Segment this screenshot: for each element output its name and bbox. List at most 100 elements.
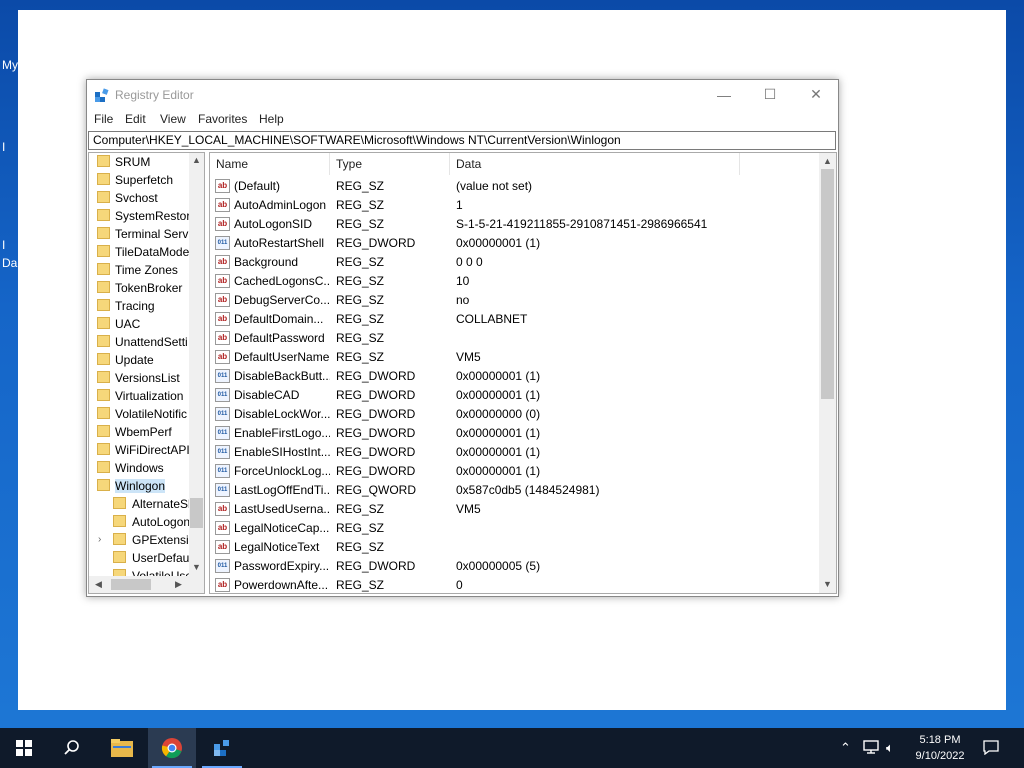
tree-item[interactable]: VolatileNotific [89,405,204,423]
string-value-icon: ab [215,502,230,516]
scroll-up-icon[interactable]: ▲ [823,156,832,166]
notification-icon[interactable] [983,740,999,755]
tree-item[interactable]: Windows [89,459,204,477]
registry-editor-taskbar-button[interactable] [198,728,246,768]
tree-item[interactable]: SRUM [89,153,204,171]
scroll-right-icon[interactable]: ▶ [175,579,182,590]
desktop-icon-label[interactable]: My [2,58,18,72]
menu-help[interactable]: Help [259,112,284,126]
table-row[interactable]: ab CachedLogonsC... REG_SZ 10 [210,272,820,291]
cell-type: REG_SZ [336,198,385,212]
tree-hscroll-thumb[interactable] [111,579,151,590]
table-row[interactable]: 011 ForceUnlockLog... REG_DWORD 0x00000001 … [210,462,820,481]
table-row[interactable]: ab DefaultPassword REG_SZ [210,329,820,348]
values-list[interactable]: Name Type Data ab (Default) REG_SZ (value n… [209,152,837,594]
tree-item[interactable]: Update [89,351,204,369]
chevron-right-icon[interactable]: › [98,534,101,545]
file-explorer-button[interactable] [98,728,146,768]
desktop-icon-label[interactable]: I [2,238,5,252]
tree-child-item[interactable]: UserDefaul [89,549,204,567]
key-tree[interactable]: SRUM Superfetch Svchost SystemRestor Ter… [88,152,205,594]
folder-icon [97,227,110,239]
table-row[interactable]: 011 AutoRestartShell REG_DWORD 0x00000001 (… [210,234,820,253]
tree-item[interactable]: WiFiDirectAPI [89,441,204,459]
chevron-up-icon[interactable]: ⌃ [840,740,851,756]
tree-item[interactable]: Tracing [89,297,204,315]
close-button[interactable]: ✕ [793,80,839,109]
tree-item[interactable]: VersionsList [89,369,204,387]
table-row[interactable]: ab (Default) REG_SZ (value not set) [210,177,820,196]
folder-icon [113,515,126,527]
tree-item[interactable]: TokenBroker [89,279,204,297]
column-data-header[interactable]: Data [450,153,740,175]
tree-item[interactable]: UnattendSetti [89,333,204,351]
column-type-header[interactable]: Type [330,153,450,175]
table-row[interactable]: ab AutoAdminLogon REG_SZ 1 [210,196,820,215]
folder-icon [97,353,110,365]
scroll-left-icon[interactable]: ◀ [95,579,102,590]
menu-edit[interactable]: Edit [125,112,146,126]
table-row[interactable]: ab DebugServerCo... REG_SZ no [210,291,820,310]
table-row[interactable]: 011 PasswordExpiry... REG_DWORD 0x00000005 … [210,557,820,576]
table-row[interactable]: 011 EnableFirstLogo... REG_DWORD 0x00000001… [210,424,820,443]
table-row[interactable]: 011 EnableSIHostInt... REG_DWORD 0x00000001… [210,443,820,462]
cell-type: REG_QWORD [336,483,417,497]
tree-item-selected[interactable]: Winlogon [89,477,204,495]
table-row[interactable]: 011 DisableCAD REG_DWORD 0x00000001 (1) [210,386,820,405]
network-icon[interactable] [862,740,880,754]
menu-view[interactable]: View [160,112,186,126]
table-row[interactable]: 011 DisableBackButt... REG_DWORD 0x00000001… [210,367,820,386]
table-row[interactable]: ab DefaultUserName REG_SZ VM5 [210,348,820,367]
chrome-button[interactable] [148,728,196,768]
tree-item[interactable]: WbemPerf [89,423,204,441]
string-value-icon: ab [215,312,230,326]
table-row[interactable]: ab LegalNoticeCap... REG_SZ [210,519,820,538]
scroll-down-icon[interactable]: ▼ [192,562,201,572]
table-row[interactable]: ab LegalNoticeText REG_SZ [210,538,820,557]
tree-item-label: AutoLogon [132,515,191,529]
tree-item-label: Svchost [115,191,158,205]
column-name-header[interactable]: Name [210,153,330,175]
string-value-icon: ab [215,217,230,231]
menu-favorites[interactable]: Favorites [198,112,247,126]
tree-item[interactable]: Virtualization [89,387,204,405]
maximize-button[interactable]: ☐ [747,80,793,109]
clock[interactable]: 5:18 PM 9/10/2022 [908,732,972,764]
scroll-down-icon[interactable]: ▼ [823,579,832,589]
folder-icon [113,551,126,563]
table-row[interactable]: ab AutoLogonSID REG_SZ S-1-5-21-419211855-2… [210,215,820,234]
desktop-icon-label[interactable]: Da [2,256,17,270]
scroll-up-icon[interactable]: ▲ [192,155,201,165]
table-row[interactable]: ab PowerdownAfte... REG_SZ 0 [210,576,820,593]
menu-file[interactable]: File [94,112,113,126]
table-row[interactable]: ab DefaultDomain... REG_SZ COLLABNET [210,310,820,329]
table-row[interactable]: 011 LastLogOffEndTi... REG_QWORD 0x587c0db5… [210,481,820,500]
tree-item[interactable]: Superfetch [89,171,204,189]
list-vertical-scrollbar[interactable]: ▲ ▼ [819,153,836,593]
tree-child-item[interactable]: › GPExtensio [89,531,204,549]
address-bar[interactable]: Computer\HKEY_LOCAL_MACHINE\SOFTWARE\Mic… [88,131,836,150]
title-bar[interactable]: Registry Editor — ☐ ✕ [87,80,838,109]
desktop-icon-label[interactable]: I [2,140,5,154]
cell-type: REG_SZ [336,293,385,307]
minimize-button[interactable]: — [701,80,747,109]
tree-item[interactable]: Svchost [89,189,204,207]
tree-item[interactable]: Time Zones [89,261,204,279]
tree-child-item[interactable]: AlternateSh [89,495,204,513]
tree-item[interactable]: TileDataMode [89,243,204,261]
table-row[interactable]: ab Background REG_SZ 0 0 0 [210,253,820,272]
binary-value-icon: 011 [215,388,230,402]
tree-item[interactable]: Terminal Serv [89,225,204,243]
tree-item[interactable]: SystemRestor [89,207,204,225]
table-row[interactable]: ab LastUsedUserna... REG_SZ VM5 [210,500,820,519]
start-button[interactable] [0,728,48,768]
tree-child-item[interactable]: AutoLogon [89,513,204,531]
tree-horizontal-scrollbar[interactable]: ◀ ▶ [89,576,204,593]
tree-scroll-thumb[interactable] [190,498,203,528]
volume-icon[interactable]: 🔈︎ [886,740,894,756]
table-row[interactable]: 011 DisableLockWor... REG_DWORD 0x00000000 … [210,405,820,424]
tree-vertical-scrollbar[interactable]: ▲ ▼ [189,153,204,578]
search-button[interactable] [48,728,96,768]
list-scroll-thumb[interactable] [821,169,834,399]
tree-item[interactable]: UAC [89,315,204,333]
